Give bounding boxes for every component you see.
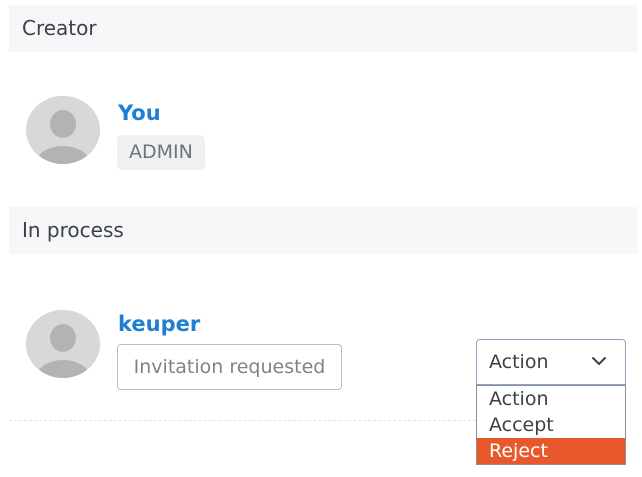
section-title-creator: Creator bbox=[22, 16, 97, 40]
section-title-in-process: In process bbox=[22, 218, 124, 242]
avatar bbox=[26, 96, 100, 164]
action-select-value: Action bbox=[489, 351, 549, 373]
option-reject[interactable]: Reject bbox=[477, 438, 625, 464]
avatar bbox=[26, 310, 100, 378]
section-header-creator: Creator bbox=[9, 5, 638, 52]
action-dropdown-list: Action Accept Reject bbox=[476, 385, 626, 465]
row-divider bbox=[9, 420, 476, 421]
creator-name-link[interactable]: You bbox=[118, 100, 161, 126]
member-name-link[interactable]: keuper bbox=[118, 311, 200, 337]
action-select[interactable]: Action bbox=[476, 339, 626, 385]
section-header-in-process: In process bbox=[9, 207, 638, 254]
status-badge: Invitation requested bbox=[117, 344, 342, 390]
chevron-down-icon bbox=[592, 357, 606, 365]
option-action[interactable]: Action bbox=[477, 386, 625, 412]
members-panel: Creator You ADMIN In process keuper Invi… bbox=[0, 0, 642, 477]
user-silhouette-icon bbox=[26, 96, 100, 164]
option-accept[interactable]: Accept bbox=[477, 412, 625, 438]
user-silhouette-icon bbox=[26, 310, 100, 378]
role-badge: ADMIN bbox=[117, 135, 205, 170]
